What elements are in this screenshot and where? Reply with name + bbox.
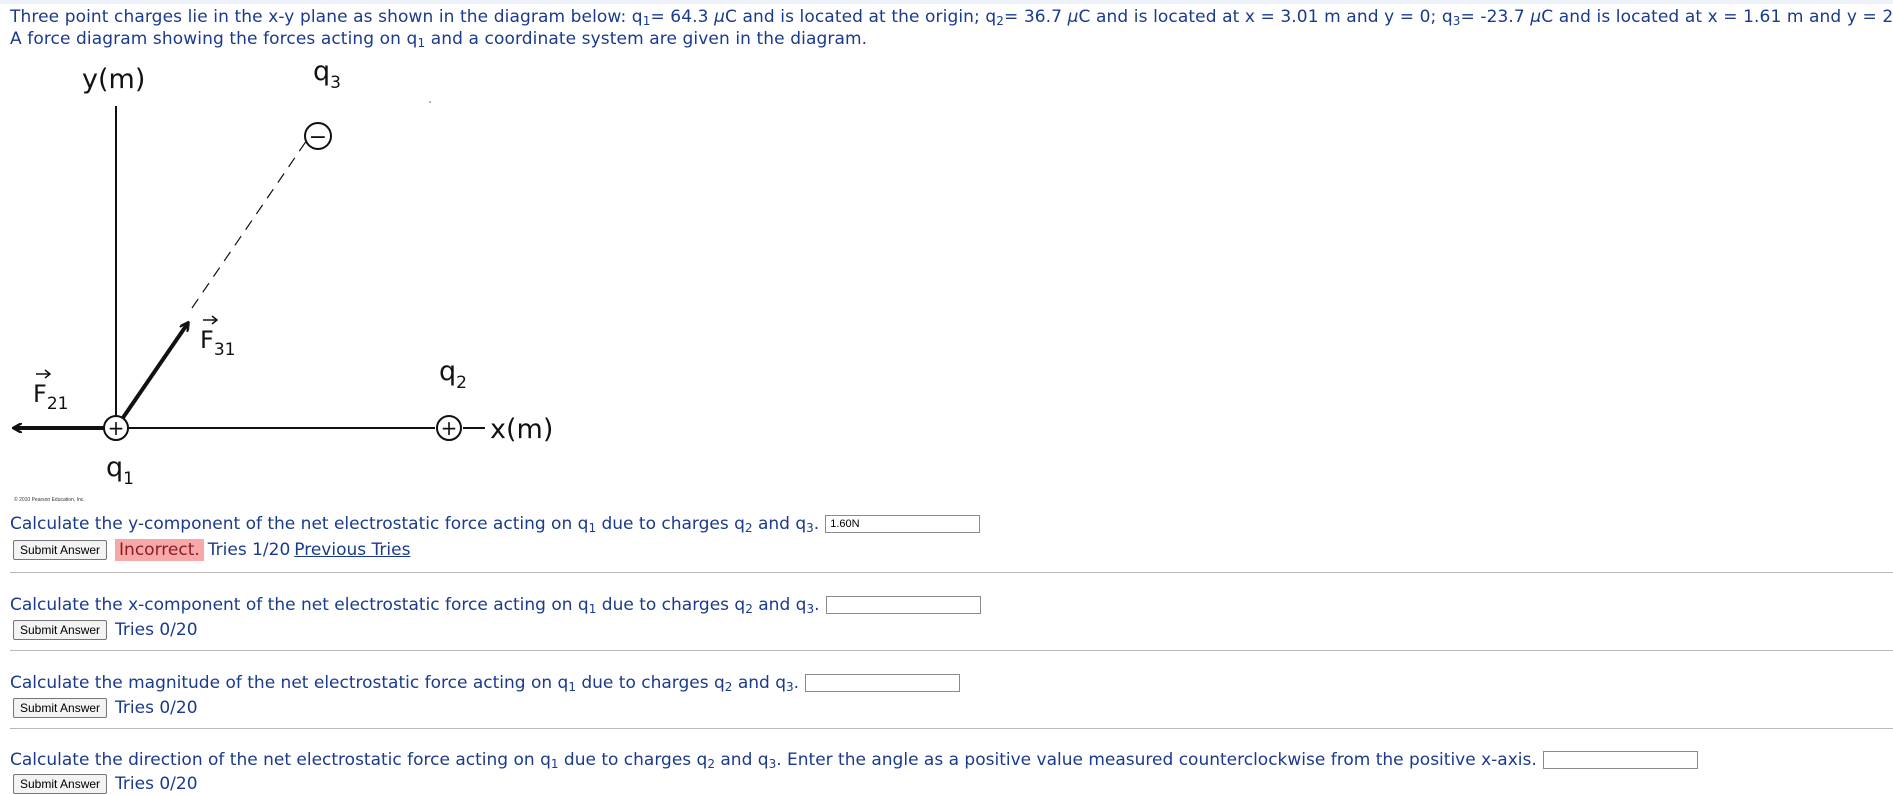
question-1-submit-row: Submit Answer Incorrect. Tries 1/20 Prev…: [13, 539, 410, 561]
question-1-submit-button[interactable]: Submit Answer: [13, 540, 108, 560]
question-4-answer-input[interactable]: [1542, 751, 1698, 769]
problem-line-1: Three point charges lie in the x-y plane…: [10, 7, 1893, 28]
problem-line-2: A force diagram showing the forces actin…: [10, 29, 868, 50]
problem-statement: Three point charges lie in the x-y plane…: [10, 6, 1893, 50]
question-2-text: Calculate the x-component of the net ele…: [10, 594, 981, 616]
top-toolbar-strip: [0, 0, 1893, 4]
q1-label: q1: [106, 452, 134, 489]
q2-plus-sign: +: [441, 416, 458, 440]
q1-q3-dashed-line: [191, 139, 308, 309]
q3-minus-sign: −: [309, 125, 327, 150]
question-4-text: Calculate the direction of the net elect…: [10, 749, 1698, 771]
stray-dot: [429, 101, 431, 103]
y-axis-label: y(m): [82, 64, 145, 95]
x-axis-label: x(m): [490, 414, 553, 445]
question-3-text: Calculate the magnitude of the net elect…: [10, 672, 961, 694]
f31-arrow: [118, 323, 188, 424]
previous-tries-link[interactable]: Previous Tries: [294, 540, 410, 560]
question-4-tries: Tries 0/20: [115, 774, 198, 794]
svg-text:F31: F31: [200, 326, 235, 360]
question-2-submit-button[interactable]: Submit Answer: [13, 620, 108, 640]
question-2-answer-input[interactable]: [825, 596, 981, 614]
divider: [10, 650, 1893, 651]
question-3-submit-button[interactable]: Submit Answer: [13, 698, 108, 718]
question-4-submit-row: Submit Answer Tries 0/20: [13, 773, 198, 795]
question-3-tries: Tries 0/20: [115, 698, 198, 718]
f21-label: F21: [33, 369, 68, 414]
question-1-tries: Tries 1/20: [207, 540, 291, 560]
divider: [10, 572, 1893, 573]
question-1-answer-input[interactable]: [825, 515, 981, 533]
question-4-submit-button[interactable]: Submit Answer: [13, 774, 108, 794]
question-3-answer-input[interactable]: [805, 674, 961, 692]
divider: [10, 728, 1893, 729]
q2-label: q2: [439, 356, 467, 393]
question-2-submit-row: Submit Answer Tries 0/20: [13, 619, 198, 641]
force-diagram: y(m) x(m) + + − q3 q2 q1 F31 F21: [0, 58, 553, 489]
q3-label: q3: [313, 58, 341, 93]
svg-text:F21: F21: [33, 380, 68, 414]
incorrect-status-badge: Incorrect.: [115, 539, 204, 561]
copyright-notice: © 2010 Pearson Education, Inc.: [14, 497, 85, 503]
f31-label: F31: [200, 315, 235, 360]
q1-plus-sign: +: [108, 416, 125, 440]
question-1-text: Calculate the y-component of the net ele…: [10, 513, 981, 535]
question-2-tries: Tries 0/20: [115, 620, 198, 640]
question-3-submit-row: Submit Answer Tries 0/20: [13, 697, 198, 719]
